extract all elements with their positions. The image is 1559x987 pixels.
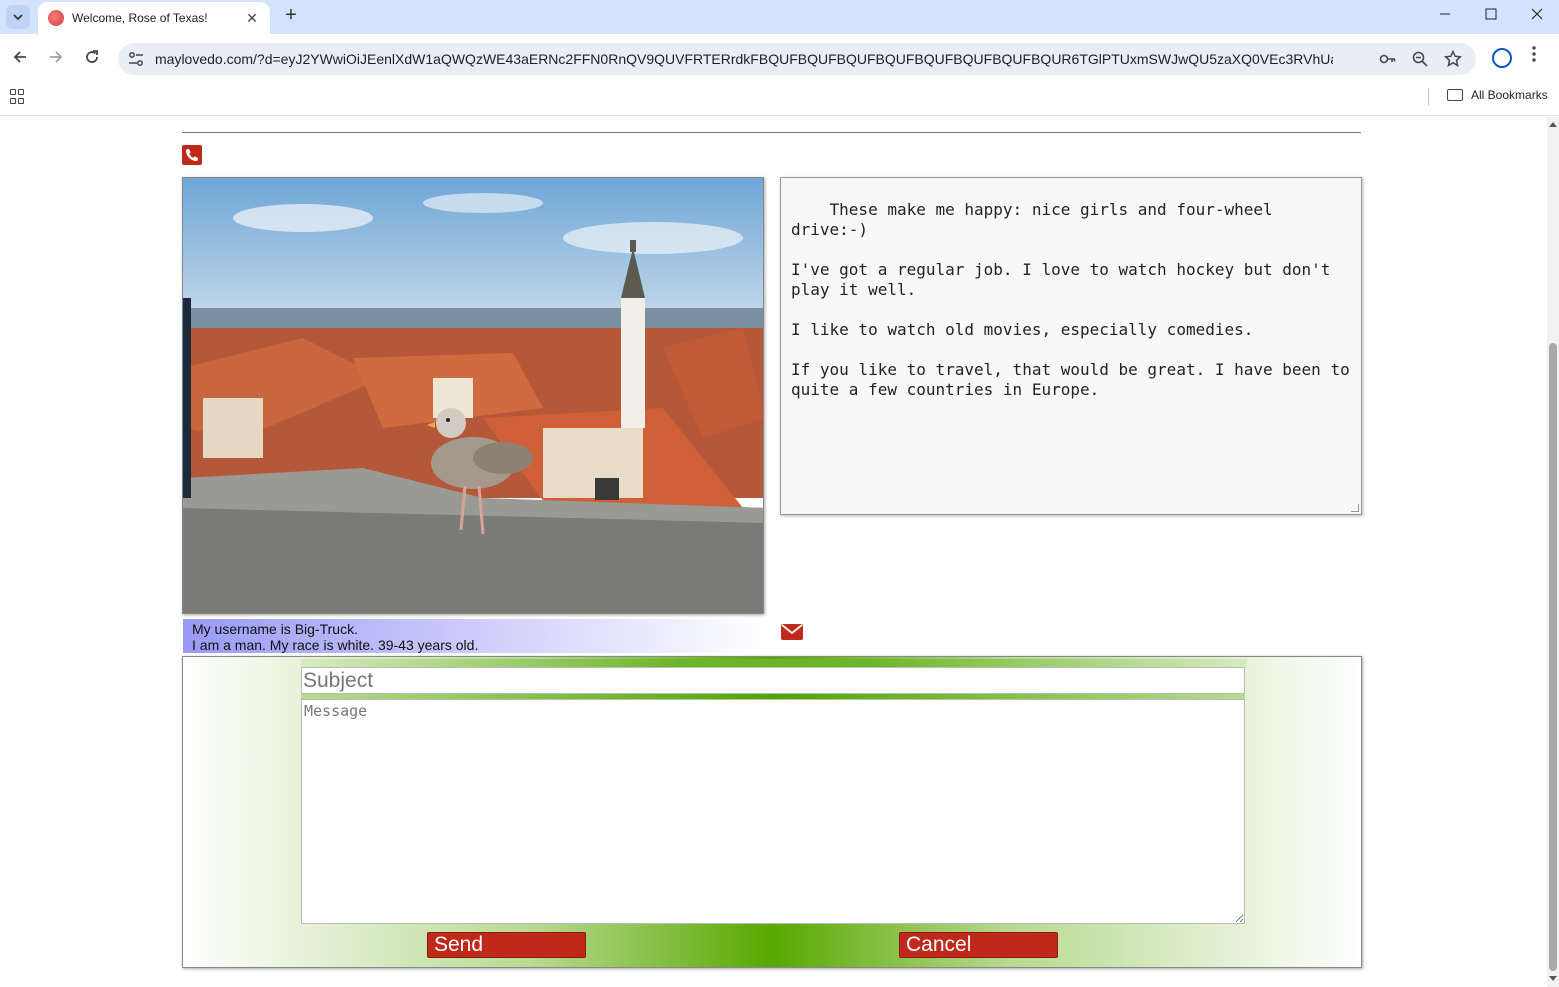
details-line: I am a man. My race is white. 39-43 year… [192,637,479,653]
chevron-down-icon [13,13,23,20]
profile-info-bar: My username is Big-Truck. I am a man. My… [183,619,764,653]
maximize-button[interactable] [1468,4,1514,28]
resize-handle-icon[interactable] [1351,504,1359,512]
divider [182,132,1361,133]
back-button[interactable] [8,47,32,71]
close-icon [1531,8,1543,20]
bookmarks-bar: All Bookmarks [0,84,1559,116]
tab-title: Welcome, Rose of Texas! [72,11,208,25]
favicon-icon [48,10,64,26]
apps-icon[interactable] [10,89,26,105]
all-bookmarks-link[interactable]: All Bookmarks [1471,88,1548,102]
forward-button[interactable] [44,47,68,71]
zoom-icon[interactable] [1411,50,1429,68]
subject-input[interactable] [301,667,1245,694]
about-me-text: These make me happy: nice girls and four… [791,200,1350,399]
message-form: Send Cancel [182,656,1362,968]
phone-icon[interactable] [182,145,202,165]
folder-icon[interactable] [1447,89,1463,101]
new-tab-button[interactable]: + [280,4,302,28]
minimize-button[interactable] [1422,4,1468,28]
address-bar[interactable]: maylovedo.com/?d=eyJ2YWwiOiJEenlXdW1aQWQ… [118,43,1476,75]
maximize-icon [1485,8,1497,20]
profile-icon[interactable] [1492,48,1512,68]
menu-icon[interactable] [1532,46,1536,67]
profile-photo[interactable] [182,177,764,614]
back-icon [13,51,26,63]
close-tab-icon[interactable]: ✕ [244,10,260,27]
key-icon[interactable] [1379,50,1397,68]
send-button[interactable]: Send [427,932,586,958]
message-textarea[interactable] [301,699,1245,924]
site-info-icon[interactable] [127,50,145,68]
form-top-strip [301,659,1247,667]
tab-search-button[interactable] [6,5,30,29]
username-line: My username is Big-Truck. [192,621,358,637]
minimize-icon [1440,13,1450,15]
star-icon[interactable] [1443,49,1463,68]
browser-toolbar: maylovedo.com/?d=eyJ2YWwiOiJEenlXdW1aQWQ… [0,34,1559,84]
reload-icon [86,50,98,63]
url-text[interactable]: maylovedo.com/?d=eyJ2YWwiOiJEenlXdW1aQWQ… [155,43,1333,75]
scroll-up-icon[interactable] [1549,120,1557,129]
cancel-button[interactable]: Cancel [899,932,1058,958]
about-me-textarea[interactable]: These make me happy: nice girls and four… [780,177,1362,515]
close-window-button[interactable] [1514,4,1559,28]
page-scrollbar[interactable] [1547,117,1559,987]
tab-strip: Welcome, Rose of Texas! ✕ + [0,0,1559,34]
mail-icon[interactable] [781,624,803,640]
scrollbar-thumb[interactable] [1549,343,1557,971]
scroll-down-icon[interactable] [1549,975,1557,984]
forward-icon [50,51,63,63]
active-tab[interactable]: Welcome, Rose of Texas! ✕ [38,2,270,34]
page-content: These make me happy: nice girls and four… [0,117,1547,987]
reload-button[interactable] [80,47,104,71]
bookmarks-separator [1428,88,1429,106]
